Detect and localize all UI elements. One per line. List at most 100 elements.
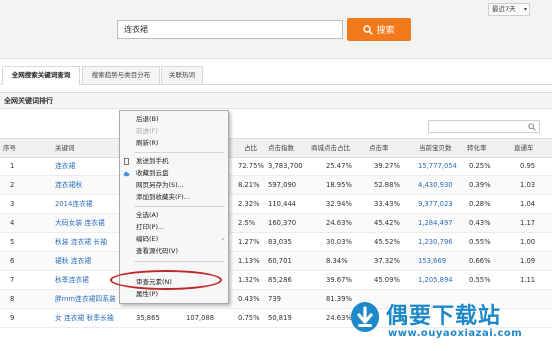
cell-conv: 0.66% [469,257,491,265]
th-ztc[interactable]: 直通车 [514,139,534,157]
menu-item-label: 属性(P) [136,290,158,298]
cell-conv: 0.28% [469,200,491,208]
cell-mall: 30.03% [326,238,352,246]
menu-item-label: 发送到手机 [136,157,169,165]
cell-clicks: 60,701 [268,257,292,265]
watermark: 偶要下载站 www.ouyaoxiazai.com [348,296,552,350]
cell-c3: 35,865 [136,314,160,322]
cell-clicks: 3,783,700 [268,162,303,170]
period-select[interactable]: 最近7天 ▾ [488,3,530,16]
cell-ctr: 45.09% [374,276,400,284]
cell-mall: 32.94% [326,200,352,208]
menu-divider [134,261,224,262]
cell-c4: 107,088 [186,314,215,322]
cell-clicks: 110,444 [268,200,297,208]
th-conversion[interactable]: 转化率 [467,139,487,157]
menu-divider [134,152,224,153]
menu-item-save-cloud[interactable]: 收藏到云盘 [120,168,228,179]
cell-mall: 8.34% [326,257,348,265]
search-input[interactable]: 连衣裙 [117,20,343,39]
cell-keyword[interactable]: 裙秋 连衣裙 [55,252,91,270]
cell-ztc: 1.09 [520,257,536,265]
th-keyword[interactable]: 关键词 [55,139,75,157]
menu-item-print[interactable]: 打印(P)... [120,222,228,233]
menu-item-save-page[interactable]: 网页另存为(S)... [120,180,228,191]
table-row: 7 秋季连衣裙 1.32% 85,286 39.67% 45.09% 1,205,894 0.… [0,271,552,290]
search-bar: 最近7天 ▾ 连衣裙 搜索 [0,0,552,59]
menu-item-label: 网页另存为(S)... [136,181,184,189]
filter-input[interactable] [428,120,540,133]
cell-ztc: 1.04 [520,200,536,208]
menu-item-add-favorite[interactable]: 添加到收藏夹(F)... [120,192,228,203]
period-select-value: 最近7天 [492,5,516,13]
watermark-title: 偶要下载站 [386,304,502,329]
tab-bar: 全网搜索关键词查询 搜索趋势与类目分布 关联热词 [0,66,552,85]
cell-ztc: 1.00 [520,238,536,246]
cell-clicks: 85,286 [268,276,292,284]
th-share[interactable]: 占比 [244,139,257,157]
cell-index: 7 [10,276,15,284]
chevron-right-icon: › [221,236,224,243]
cell-keyword[interactable]: 胖mm连衣裙四系装 [55,290,116,308]
cell-share: 0.75% [238,314,260,322]
cell-share: 1.27% [238,238,260,246]
download-logo-icon [351,302,379,332]
menu-item-refresh[interactable]: 刷新(R) [120,138,228,149]
cell-items: 1,284,497 [418,219,453,227]
menu-item-label: 打印(P)... [136,223,165,231]
cell-keyword[interactable]: 连衣裙 [55,157,75,175]
cell-index: 2 [10,181,15,189]
cell-keyword[interactable]: 女 连衣裙 秋季长袖 [55,309,114,327]
menu-item-view-source[interactable]: 查看源代码(V) [120,246,228,257]
table-row: 2 连衣裙秋 8.21% 597,090 18.95% 52.88% 4,430,930 0.… [0,176,552,195]
cell-index: 3 [10,200,15,208]
tab-trend-category[interactable]: 搜索趋势与类目分布 [82,66,160,84]
cell-mall: 25.47% [326,162,352,170]
cell-items: 1,230,796 [418,238,453,246]
th-items[interactable]: 当前宝贝数 [419,139,452,157]
phone-icon [124,158,129,165]
cell-share: 1.32% [238,276,260,284]
cell-items: 153,669 [418,257,447,265]
cell-ctr: 45.42% [374,219,400,227]
cell-keyword[interactable]: 连衣裙秋 [55,176,82,194]
cell-conv: 0.55% [469,276,491,284]
cell-mall: 24.63% [326,219,352,227]
menu-item-properties[interactable]: 属性(P) [120,289,228,300]
cloud-icon [123,171,130,177]
cell-index: 4 [10,219,15,227]
th-index: 序号 [3,144,16,152]
tab-keyword-query[interactable]: 全网搜索关键词查询 [2,66,80,85]
cell-keyword[interactable]: 大码女装 连衣裙 [55,214,105,232]
menu-item-label: 后退(B) [136,115,159,123]
cell-ctr: 52.88% [374,181,400,189]
menu-item-label: 查看源代码(V) [136,247,179,255]
search-icon [528,123,536,131]
highlight-circle [110,270,222,290]
cell-ctr: 45.52% [374,238,400,246]
cell-share: 2.5% [238,219,256,227]
table-row: 3 2014连衣裙 2.32% 110,444 32.94% 33.43% 9,377,02… [0,195,552,214]
cell-keyword[interactable]: 2014连衣裙 [55,195,93,213]
th-ctr[interactable]: 点击率 [369,139,389,157]
cell-mall: 18.95% [326,181,352,189]
menu-item-select-all[interactable]: 全选(A) [120,210,228,221]
cell-ztc: 1.03 [520,181,536,189]
th-mall-click-share[interactable]: 商城点击占比 [311,139,350,157]
cell-clicks: 160,370 [268,219,297,227]
menu-item-back[interactable]: 后退(B) [120,114,228,125]
menu-item-encoding[interactable]: 编码(E) › [120,234,228,245]
cell-conv: 0.39% [469,181,491,189]
cell-share: 0.43% [238,295,260,303]
tab-related-words[interactable]: 关联热词 [161,66,203,84]
cell-keyword[interactable]: 秋季连衣裙 [55,271,89,289]
menu-item-label: 添加到收藏夹(F)... [136,193,191,201]
cell-keyword[interactable]: 秋装 连衣裙 长袖 [55,233,107,251]
cell-index: 6 [10,257,15,265]
search-button[interactable]: 搜索 [347,18,411,41]
menu-item-send-to-phone[interactable]: 发送到手机 [120,156,228,167]
th-clicks[interactable]: 点击指数 [268,139,294,157]
cell-share: 1.13% [238,257,260,265]
menu-divider [134,206,224,207]
cell-ctr: 33.43% [374,200,400,208]
